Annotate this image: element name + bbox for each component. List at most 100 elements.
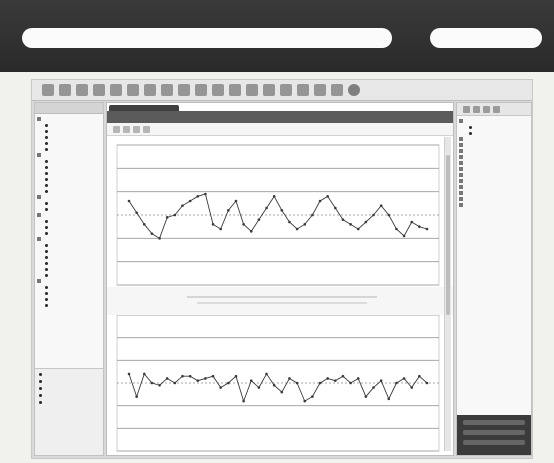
right-panel [456, 102, 532, 456]
tool-icon[interactable] [127, 84, 139, 96]
folder-icon [459, 167, 463, 171]
tool-icon[interactable] [59, 84, 71, 96]
data-point [173, 381, 177, 385]
tree-item[interactable] [45, 302, 101, 308]
left-panel [34, 102, 104, 456]
data-point [127, 372, 131, 376]
circle-icon[interactable] [348, 84, 360, 96]
tool-icon[interactable] [246, 84, 258, 96]
data-point [135, 395, 138, 398]
data-point [288, 377, 291, 380]
right-bottom-area [457, 415, 531, 455]
left-bottom-item[interactable] [39, 394, 99, 397]
data-point [158, 237, 161, 240]
data-point [173, 213, 177, 217]
tool-icon[interactable] [178, 84, 190, 96]
refresh-icon[interactable] [133, 126, 140, 133]
tool-icon[interactable] [314, 84, 326, 96]
tool-icon[interactable] [229, 84, 241, 96]
folder-icon [459, 191, 463, 195]
tool-icon[interactable] [93, 84, 105, 96]
filter-icon[interactable] [483, 106, 490, 113]
tool-icon[interactable] [297, 84, 309, 96]
data-point [249, 230, 253, 233]
folder-icon [459, 197, 463, 201]
folder-icon [37, 279, 41, 283]
back-icon[interactable] [113, 126, 120, 133]
tool-icon[interactable] [331, 84, 343, 96]
data-point [181, 374, 184, 378]
bullet-icon [45, 189, 48, 193]
tool-icon[interactable] [110, 84, 122, 96]
bullet-icon [469, 131, 472, 135]
folder-icon [37, 237, 41, 241]
main-view [106, 102, 454, 456]
data-point [326, 377, 329, 380]
data-point [272, 195, 276, 198]
bullet-icon [45, 171, 48, 175]
left-bottom-item[interactable] [39, 373, 99, 376]
data-point [249, 379, 253, 383]
scroll-thumb[interactable] [446, 155, 450, 315]
data-point [425, 381, 429, 385]
vertical-scrollbar[interactable] [444, 137, 451, 451]
data-point [135, 211, 138, 214]
data-point [356, 377, 360, 380]
bullet-icon [45, 123, 48, 127]
data-point [318, 381, 322, 385]
data-point [265, 372, 268, 376]
left-bottom-item[interactable] [39, 387, 99, 390]
data-point [364, 395, 368, 398]
bullet-icon [45, 255, 48, 259]
bullet-icon [45, 273, 48, 277]
right-tree-group[interactable] [459, 202, 529, 208]
data-point [188, 374, 192, 378]
data-point [280, 390, 284, 394]
bullet-icon [469, 125, 472, 129]
data-point [257, 386, 261, 389]
collapse-icon[interactable] [473, 106, 480, 113]
export-icon[interactable] [143, 126, 150, 133]
expand-icon[interactable] [463, 106, 470, 113]
left-bottom-panel [35, 368, 103, 455]
data-point [418, 374, 421, 378]
data-point [402, 377, 406, 380]
bullet-icon [45, 159, 48, 163]
bullet-icon [45, 147, 48, 151]
left-bottom-item[interactable] [39, 380, 99, 383]
tool-icon[interactable] [195, 84, 207, 96]
folder-icon [37, 195, 41, 199]
tool-icon[interactable] [144, 84, 156, 96]
tool-icon[interactable] [212, 84, 224, 96]
data-point [272, 383, 276, 387]
forward-icon[interactable] [123, 126, 130, 133]
data-point [311, 395, 314, 398]
chart-separator [107, 287, 453, 315]
settings-icon[interactable] [493, 106, 500, 113]
right-bottom-line [463, 420, 525, 425]
bullet-icon [45, 297, 48, 301]
bullet-icon [45, 285, 48, 289]
bullet-icon [45, 165, 48, 169]
qc-charts [107, 137, 453, 455]
data-point [303, 223, 307, 226]
tool-icon[interactable] [280, 84, 292, 96]
app-screenshot [32, 80, 532, 458]
data-point [234, 374, 238, 378]
right-bottom-line [463, 430, 525, 435]
tool-icon[interactable] [161, 84, 173, 96]
tool-icon[interactable] [263, 84, 275, 96]
folder-icon [37, 213, 41, 217]
placeholder-bar-left [22, 28, 392, 48]
top-bar [0, 0, 554, 72]
data-point [395, 227, 398, 231]
right-bottom-line [463, 440, 525, 445]
tool-icon[interactable] [42, 84, 54, 96]
data-point [341, 374, 345, 378]
tool-icon[interactable] [76, 84, 88, 96]
page-frame [0, 0, 554, 463]
data-point [242, 223, 245, 226]
data-point [150, 232, 154, 235]
left-bottom-item[interactable] [39, 401, 99, 404]
left-panel-header [35, 103, 103, 114]
